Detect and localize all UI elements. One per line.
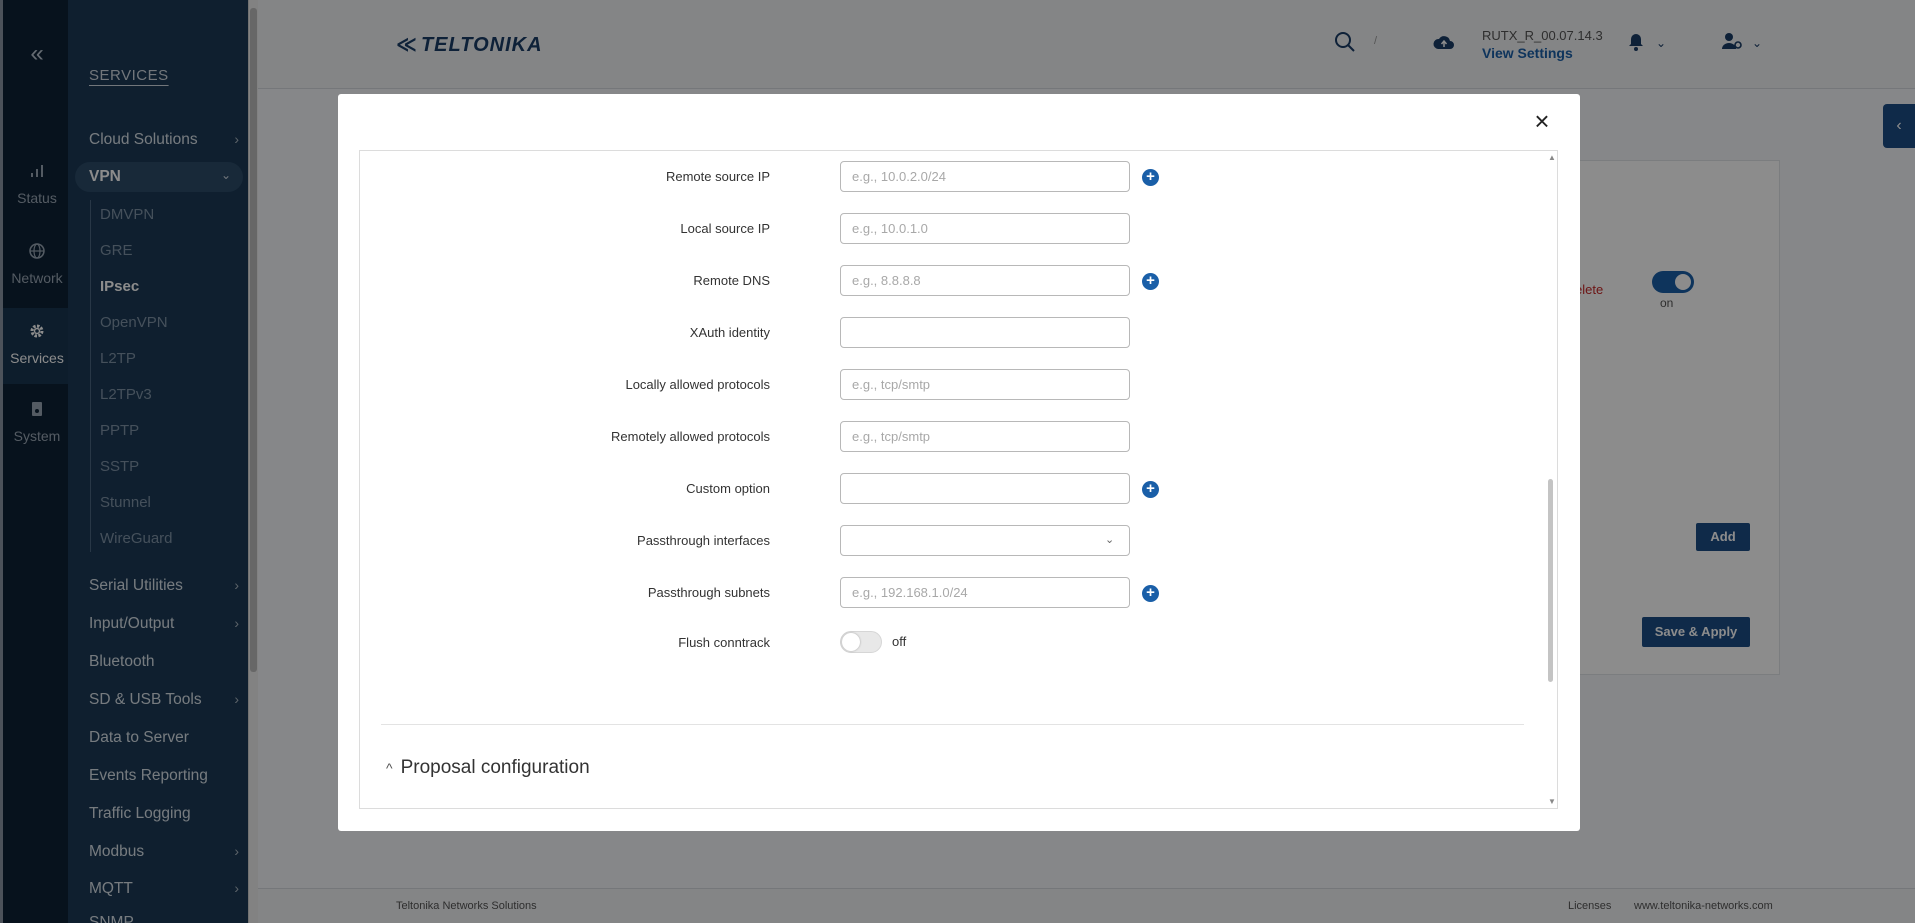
field-row-xauth-identity: XAuth identity xyxy=(360,317,1510,349)
flush-conntrack-toggle[interactable] xyxy=(840,631,882,653)
field-label: XAuth identity xyxy=(689,325,770,340)
custom-option-input[interactable] xyxy=(840,473,1130,504)
field-row-local-source-ip: Local source IP xyxy=(360,213,1510,245)
remote-source-ip-input[interactable] xyxy=(840,161,1130,192)
passthrough-interfaces-select[interactable] xyxy=(840,525,1130,556)
locally-allowed-protocols-input[interactable] xyxy=(840,369,1130,400)
field-row-remote-source-ip: Remote source IP + xyxy=(360,161,1510,193)
modal-body: Remote source IP + Local source IP Remot… xyxy=(359,150,1558,809)
remote-dns-input[interactable] xyxy=(840,265,1130,296)
passthrough-subnets-input[interactable] xyxy=(840,577,1130,608)
field-label: Remote DNS xyxy=(693,273,770,288)
chevron-up-icon: ^ xyxy=(386,760,393,776)
scroll-up-icon[interactable]: ▲ xyxy=(1548,153,1556,162)
field-row-passthrough-subnets: Passthrough subnets + xyxy=(360,577,1510,609)
section-title: Proposal configuration xyxy=(400,757,590,778)
field-label: Passthrough interfaces xyxy=(637,533,770,548)
field-label: Passthrough subnets xyxy=(647,585,770,600)
field-label: Locally allowed protocols xyxy=(625,377,770,392)
modal-scrollbar[interactable]: ▲ ▼ xyxy=(1545,151,1557,808)
add-item-icon[interactable]: + xyxy=(1142,169,1159,186)
section-divider xyxy=(381,724,1524,725)
add-item-icon[interactable]: + xyxy=(1142,273,1159,290)
field-row-flush-conntrack: Flush conntrack off xyxy=(360,625,1510,657)
add-item-icon[interactable]: + xyxy=(1142,585,1159,602)
scroll-down-icon[interactable]: ▼ xyxy=(1548,797,1556,806)
remotely-allowed-protocols-input[interactable] xyxy=(840,421,1130,452)
ipsec-config-modal: × Remote source IP + Local source IP Rem… xyxy=(338,94,1580,831)
field-label: Remotely allowed protocols xyxy=(611,429,770,444)
field-label: Flush conntrack xyxy=(678,635,770,650)
xauth-identity-input[interactable] xyxy=(840,317,1130,348)
field-label: Local source IP xyxy=(680,221,770,236)
toggle-state-label: off xyxy=(892,634,907,649)
scroll-thumb[interactable] xyxy=(1548,479,1553,682)
add-item-icon[interactable]: + xyxy=(1142,481,1159,498)
field-row-remotely-allowed-protocols: Remotely allowed protocols xyxy=(360,421,1510,453)
field-row-passthrough-interfaces: Passthrough interfaces ⌄ xyxy=(360,525,1510,557)
field-row-locally-allowed-protocols: Locally allowed protocols xyxy=(360,369,1510,401)
field-row-custom-option: Custom option + xyxy=(360,473,1510,505)
field-row-remote-dns: Remote DNS + xyxy=(360,265,1510,297)
close-icon[interactable]: × xyxy=(1531,108,1553,134)
proposal-configuration-header[interactable]: ^ Proposal configuration xyxy=(386,757,590,779)
field-label: Remote source IP xyxy=(665,169,770,184)
field-label: Custom option xyxy=(686,481,770,496)
local-source-ip-input[interactable] xyxy=(840,213,1130,244)
